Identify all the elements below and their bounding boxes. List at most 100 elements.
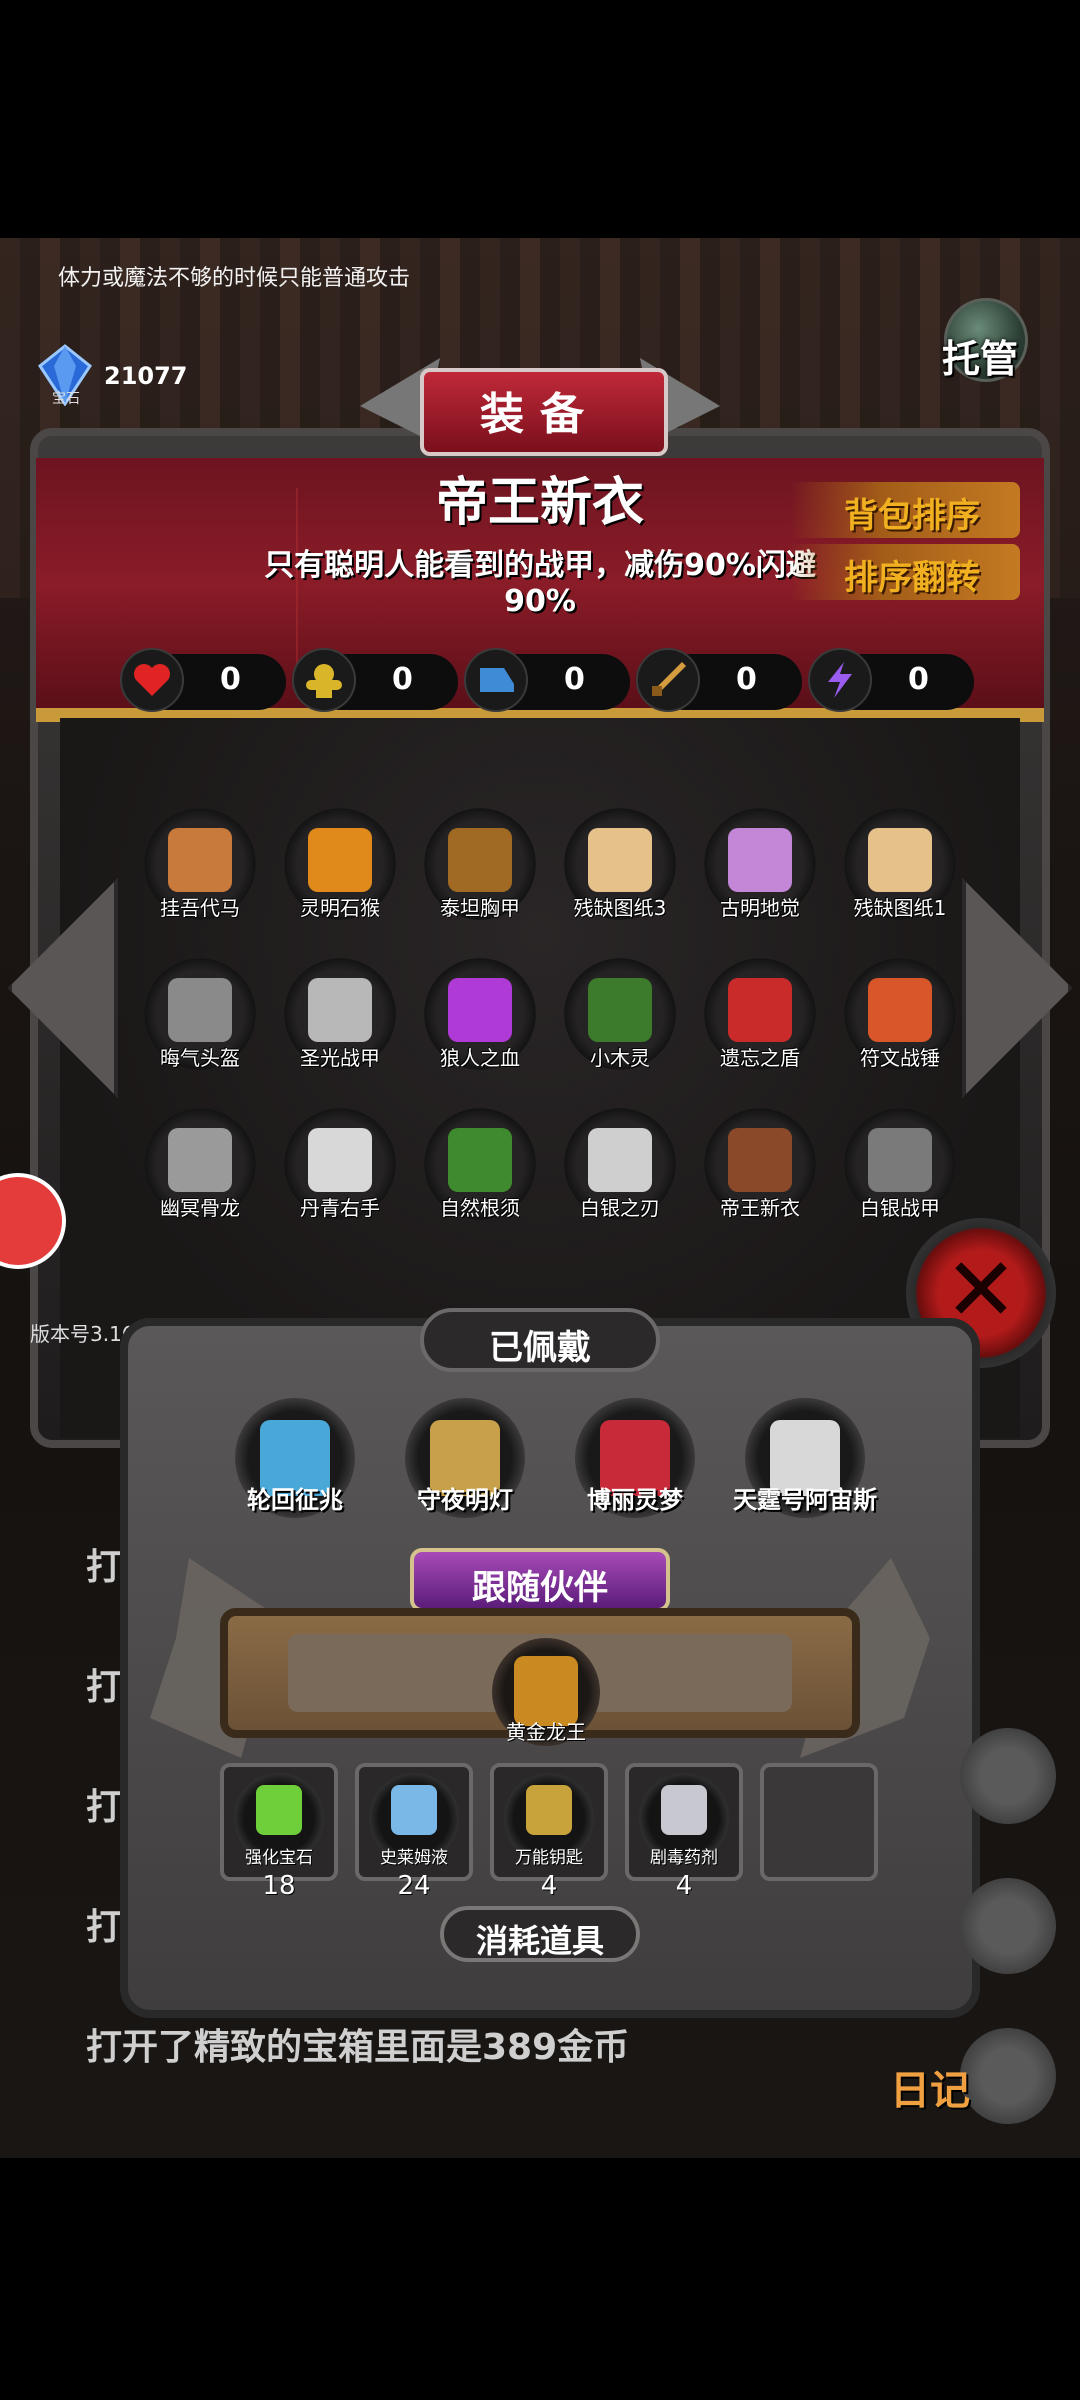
worn-slot[interactable]: 轮回征兆 [225, 1398, 365, 1548]
item-icon [728, 978, 792, 1042]
game-screen: 体力或魔法不够的时候只能普通攻击 21077 宝石 托管 装备 帝王新衣 只有聪… [0, 238, 1080, 2158]
item-name: 帝王新衣 [720, 1196, 800, 1220]
worn-slot[interactable]: 天霆号阿宙斯 [733, 1398, 877, 1548]
equipment-slot[interactable]: 狼人之血 [420, 958, 540, 1088]
item-name: 小木灵 [590, 1046, 650, 1070]
log-line: 打 [86, 1667, 123, 1708]
partner-title-banner: 跟随伙伴 [410, 1548, 670, 1612]
hint-text: 体力或魔法不够的时候只能普通攻击 [58, 266, 411, 291]
item-name: 白银战甲 [860, 1196, 940, 1220]
equipment-slot[interactable]: 符文战锤 [840, 958, 960, 1088]
equipment-slot[interactable]: 古明地觉 [700, 808, 820, 938]
log-line: 打 [86, 1907, 123, 1948]
item-name: 丹青右手 [300, 1196, 380, 1220]
item-icon [448, 828, 512, 892]
partner-slot[interactable]: 黄金龙王 [486, 1638, 606, 1768]
consumables-title: 消耗道具 [475, 1922, 604, 1960]
gem-count: 21077 [104, 362, 188, 390]
diary-label[interactable]: 日记 [890, 2058, 970, 2116]
consumable-icon [526, 1785, 572, 1835]
item-icon [588, 828, 652, 892]
consumable-name: 史莱姆液 [380, 1848, 448, 1868]
item-icon [168, 828, 232, 892]
equipment-slot[interactable]: 晦气头盔 [140, 958, 260, 1088]
item-name: 圣光战甲 [300, 1046, 380, 1070]
auto-play-button[interactable]: 托管 [930, 298, 1042, 398]
selected-item-name: 帝王新衣 [435, 473, 644, 533]
equipment-slot[interactable]: 残缺图纸3 [560, 808, 680, 938]
equipment-slot[interactable]: 丹青右手 [280, 1108, 400, 1238]
partner-name: 黄金龙王 [506, 1720, 586, 1744]
item-icon [588, 978, 652, 1042]
equipment-slot[interactable]: 残缺图纸1 [840, 808, 960, 938]
log-line: 打 [86, 1547, 123, 1588]
equipment-slot[interactable]: 幽冥骨龙 [140, 1108, 260, 1238]
equipment-slot[interactable]: 遗忘之盾 [700, 958, 820, 1088]
reverse-sort-button[interactable]: 排序翻转 [790, 544, 1020, 600]
equipment-slot[interactable]: 泰坦胸甲 [420, 808, 540, 938]
consumable-name: 强化宝石 [245, 1848, 313, 1868]
consumable-count: 18 [262, 1871, 296, 1901]
equipment-slot[interactable]: 自然根须 [420, 1108, 540, 1238]
equipment-slot[interactable]: 小木灵 [560, 958, 680, 1088]
item-icon [868, 1128, 932, 1192]
equipment-slot[interactable]: 帝王新衣 [700, 1108, 820, 1238]
worn-slot[interactable]: 守夜明灯 [395, 1398, 535, 1548]
item-name: 狼人之血 [440, 1046, 520, 1070]
partner-title: 跟随伙伴 [472, 1568, 608, 1608]
item-icon [728, 1128, 792, 1192]
item-name: 残缺图纸3 [573, 896, 667, 920]
gem-label: 宝石 [52, 391, 80, 407]
consumable-slot[interactable]: 万能钥匙 4 [490, 1763, 608, 1901]
equipment-slot[interactable]: 白银战甲 [840, 1108, 960, 1238]
consumable-icon [391, 1785, 437, 1835]
sword-icon [636, 648, 700, 712]
stat-attack: 0 [636, 648, 802, 714]
consumable-count: 24 [397, 1871, 431, 1901]
diary-book-icon[interactable] [960, 2028, 1056, 2124]
worn-item-name: 守夜明灯 [417, 1486, 513, 1514]
item-icon [728, 828, 792, 892]
equipment-slot[interactable]: 白银之刃 [560, 1108, 680, 1238]
consumable-slot[interactable]: 剧毒药剂 4 [625, 1763, 743, 1901]
equipment-slot[interactable]: 挂吾代马 [140, 808, 260, 938]
consumable-name: 万能钥匙 [515, 1848, 583, 1868]
selected-item-description: 只有聪明人能看到的战甲，减伤90%闪避90% [264, 548, 816, 619]
item-name: 泰坦胸甲 [440, 896, 520, 920]
item-name: 晦气头盔 [160, 1046, 240, 1070]
consumable-icon [256, 1785, 302, 1835]
auto-play-label: 托管 [942, 337, 1019, 381]
version-text: 版本号3.16 [30, 1322, 135, 1346]
stat-strength: 0 [292, 648, 458, 714]
log-last-line: 打开了精致的宝箱里面是389金币 [86, 2027, 630, 2068]
item-icon [868, 978, 932, 1042]
item-name: 白银之刃 [580, 1196, 660, 1220]
empty-consumable-slot[interactable] [760, 1763, 878, 1891]
worn-title-plate: 已佩戴 [420, 1308, 660, 1372]
consumable-count: 4 [675, 1871, 693, 1901]
worn-title: 已佩戴 [489, 1328, 591, 1368]
heart-icon [120, 648, 184, 712]
equipment-slot[interactable]: 灵明石猴 [280, 808, 400, 938]
worn-slot[interactable]: 博丽灵梦 [565, 1398, 705, 1548]
tavern-mug-icon[interactable] [960, 1878, 1056, 1974]
stat-health: 0 [120, 648, 286, 714]
knight-helmet-icon[interactable] [960, 1728, 1056, 1824]
sort-bag-button[interactable]: 背包排序 [790, 482, 1020, 538]
sort-bag-label: 背包排序 [844, 496, 980, 536]
consumable-slot[interactable]: 史莱姆液 24 [355, 1763, 473, 1901]
item-name: 古明地觉 [720, 896, 800, 920]
strength-icon [292, 648, 356, 712]
equipment-slot[interactable]: 圣光战甲 [280, 958, 400, 1088]
item-name: 符文战锤 [860, 1046, 940, 1070]
item-name: 挂吾代马 [160, 896, 240, 920]
item-icon [168, 978, 232, 1042]
worn-item-name: 轮回征兆 [247, 1486, 343, 1514]
item-name: 灵明石猴 [300, 896, 380, 920]
boot-icon [464, 648, 528, 712]
item-name: 幽冥骨龙 [160, 1196, 240, 1220]
consumable-slot[interactable]: 强化宝石 18 [220, 1763, 338, 1901]
reverse-sort-label: 排序翻转 [844, 558, 980, 598]
item-icon [308, 1128, 372, 1192]
item-icon [308, 828, 372, 892]
